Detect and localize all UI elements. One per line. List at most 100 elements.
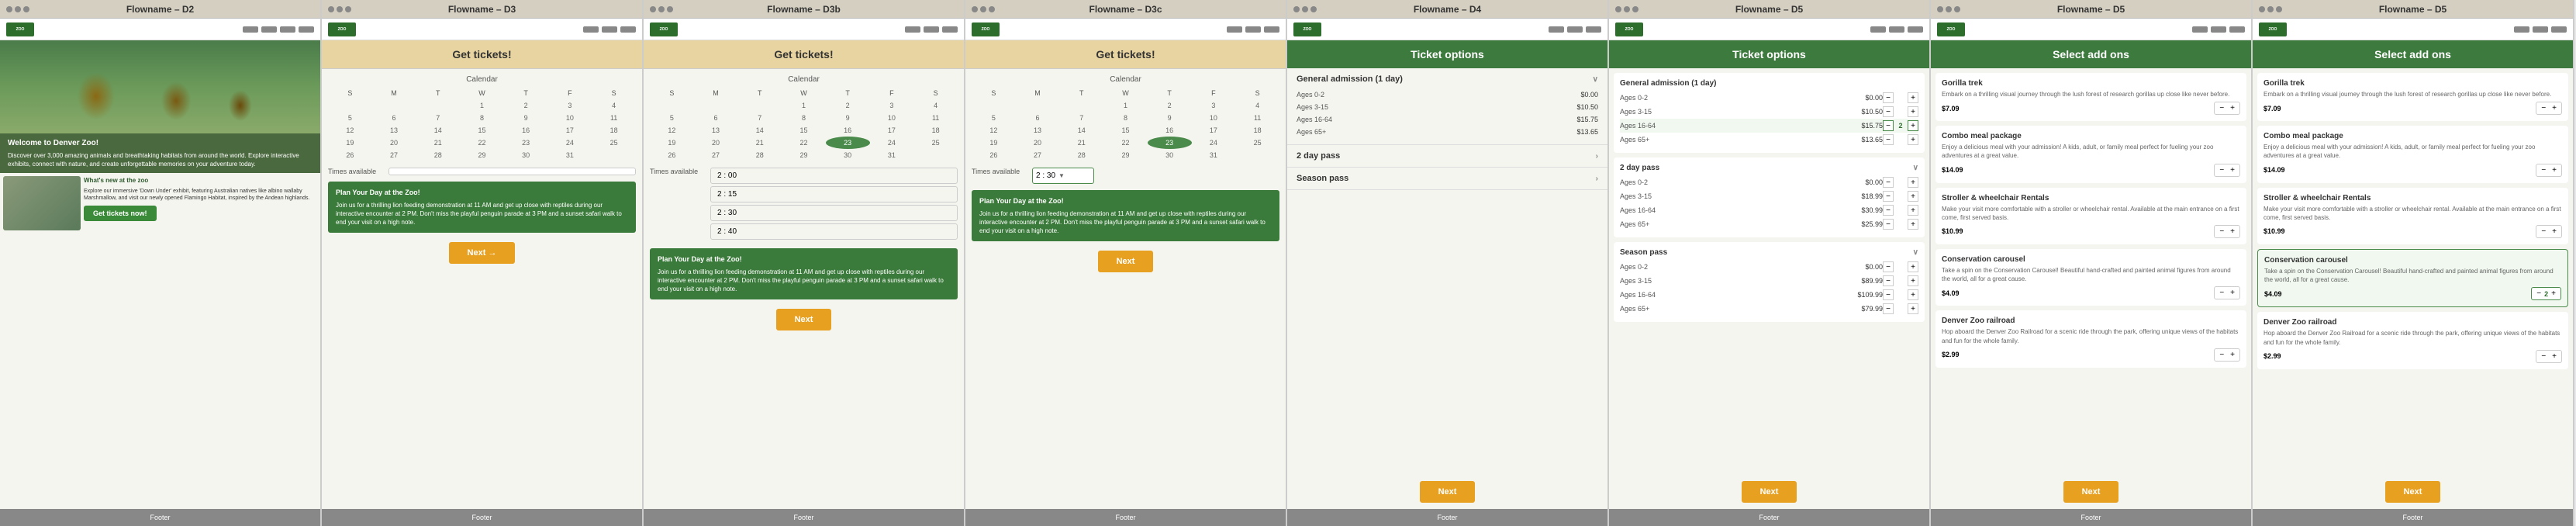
cal-cell[interactable]: 31 [548,149,592,161]
time-selected-display[interactable]: 2 : 30 ▼ [1032,168,1094,184]
next-button-d5c[interactable]: Next [2385,481,2441,503]
cal-cell[interactable]: 2 [826,99,870,112]
time-option-200[interactable]: 2 : 00 [710,168,958,184]
nav-d5a-3[interactable] [1908,26,1923,33]
cal-cell[interactable]: 24 [548,137,592,149]
nav-d3c-1[interactable] [1227,26,1242,33]
cal-cell[interactable]: 8 [1103,112,1148,124]
cal-cell[interactable]: 2 [1148,99,1192,112]
nav-d5c-3[interactable] [2551,26,2567,33]
cal-cell[interactable]: 28 [1059,149,1103,161]
nav-d5c-2[interactable] [2533,26,2548,33]
cal-cell[interactable]: 8 [782,112,826,124]
cal-cell[interactable]: 10 [548,112,592,124]
qty-plus-3-15[interactable]: + [1908,106,1918,117]
cal-cell[interactable]: 11 [1235,112,1279,124]
cal-cell[interactable]: 29 [1103,149,1148,161]
two-day-expand[interactable]: › [1596,152,1598,161]
cal-cell[interactable]: 3 [548,99,592,112]
qty-minus-16-64[interactable]: − [1883,120,1894,131]
cal-cell[interactable]: 24 [870,137,914,149]
cal-cell-selected[interactable]: 23 [826,137,870,149]
cal-cell[interactable]: 19 [972,137,1016,149]
time-input-d3[interactable] [388,168,636,175]
combo-meal-plus[interactable]: + [2230,166,2235,175]
gorilla-trek-minus-c[interactable]: − [2541,104,2546,112]
cal-cell[interactable]: 19 [650,137,694,149]
cal-cell[interactable]: 25 [1235,137,1279,149]
nav-d5c-1[interactable] [2514,26,2529,33]
cal-cell[interactable]: 6 [1016,112,1060,124]
next-button-d3b[interactable]: Next [776,309,832,330]
cal-cell-selected[interactable]: 23 [1148,137,1192,149]
cal-cell[interactable]: 16 [826,124,870,137]
cal-cell[interactable] [1016,99,1060,112]
stroller-plus[interactable]: + [2230,227,2235,236]
qty-minus-3-15[interactable]: − [1883,106,1894,117]
nav-d3-1[interactable] [583,26,599,33]
nav-d4-1[interactable] [1549,26,1564,33]
cal-cell[interactable]: 9 [826,112,870,124]
cal-cell[interactable]: 31 [1192,149,1236,161]
cal-cell[interactable]: 18 [592,124,636,137]
cal-cell[interactable]: 15 [782,124,826,137]
cal-cell[interactable]: 14 [737,124,782,137]
cal-cell[interactable] [1059,99,1103,112]
cal-cell[interactable]: 20 [372,137,416,149]
cal-cell[interactable]: 12 [328,124,372,137]
cal-cell[interactable] [372,99,416,112]
cal-cell[interactable]: 13 [1016,124,1060,137]
qty-minus-0-2[interactable]: − [1883,92,1894,103]
cal-cell[interactable]: 6 [694,112,738,124]
cal-cell[interactable]: 6 [372,112,416,124]
cal-cell[interactable]: 7 [1059,112,1103,124]
cal-cell[interactable]: 14 [1059,124,1103,137]
cal-cell[interactable]: 24 [1192,137,1236,149]
stroller-minus[interactable]: − [2219,227,2224,236]
cal-cell[interactable]: 1 [460,99,504,112]
cal-cell[interactable]: 7 [416,112,460,124]
cal-cell[interactable]: 10 [1192,112,1236,124]
railroad-plus-c[interactable]: + [2552,352,2557,361]
nav-d4-2[interactable] [1567,26,1583,33]
cal-cell[interactable]: 26 [328,149,372,161]
nav-d3-3[interactable] [620,26,636,33]
cal-cell[interactable]: 19 [328,137,372,149]
cal-cell[interactable]: 27 [372,149,416,161]
nav-d5a-1[interactable] [1870,26,1886,33]
cal-cell[interactable]: 2 [504,99,548,112]
cal-cell[interactable]: 3 [1192,99,1236,112]
nav-d5b-2[interactable] [2211,26,2226,33]
combo-meal-plus-c[interactable]: + [2552,166,2557,175]
nav-d4-3[interactable] [1586,26,1601,33]
season-pass-expand[interactable]: › [1596,175,1598,183]
cal-cell[interactable]: 7 [737,112,782,124]
next-button-d3[interactable]: Next → [449,242,516,264]
cal-cell[interactable]: 30 [504,149,548,161]
cal-cell[interactable]: 28 [416,149,460,161]
cal-cell[interactable]: 14 [416,124,460,137]
cal-cell[interactable]: 29 [782,149,826,161]
cal-cell[interactable]: 26 [972,149,1016,161]
next-button-d5a[interactable]: Next [1742,481,1797,503]
railroad-minus-c[interactable]: − [2541,352,2546,361]
cal-cell[interactable]: 13 [372,124,416,137]
carousel-minus-c[interactable]: − [2536,289,2541,298]
time-option-230[interactable]: 2 : 30 [710,205,958,221]
cal-cell[interactable] [416,99,460,112]
cal-cell[interactable] [913,149,958,161]
qty-minus-65plus[interactable]: − [1883,134,1894,145]
cal-cell[interactable]: 13 [694,124,738,137]
gorilla-trek-plus[interactable]: + [2230,104,2235,112]
qty-plus-sp-65plus[interactable]: + [1908,303,1918,314]
cal-cell[interactable]: 21 [1059,137,1103,149]
cal-cell[interactable]: 22 [782,137,826,149]
cal-cell[interactable]: 26 [650,149,694,161]
stroller-plus-c[interactable]: + [2552,227,2557,236]
season-pass-expand-d5a[interactable]: ∨ [1913,248,1918,257]
qty-plus-65plus[interactable]: + [1908,134,1918,145]
next-button-d4[interactable]: Next [1420,481,1476,503]
qty-minus-2d-0-2[interactable]: − [1883,177,1894,188]
cal-cell[interactable]: 23 [504,137,548,149]
nav-d5b-1[interactable] [2192,26,2208,33]
